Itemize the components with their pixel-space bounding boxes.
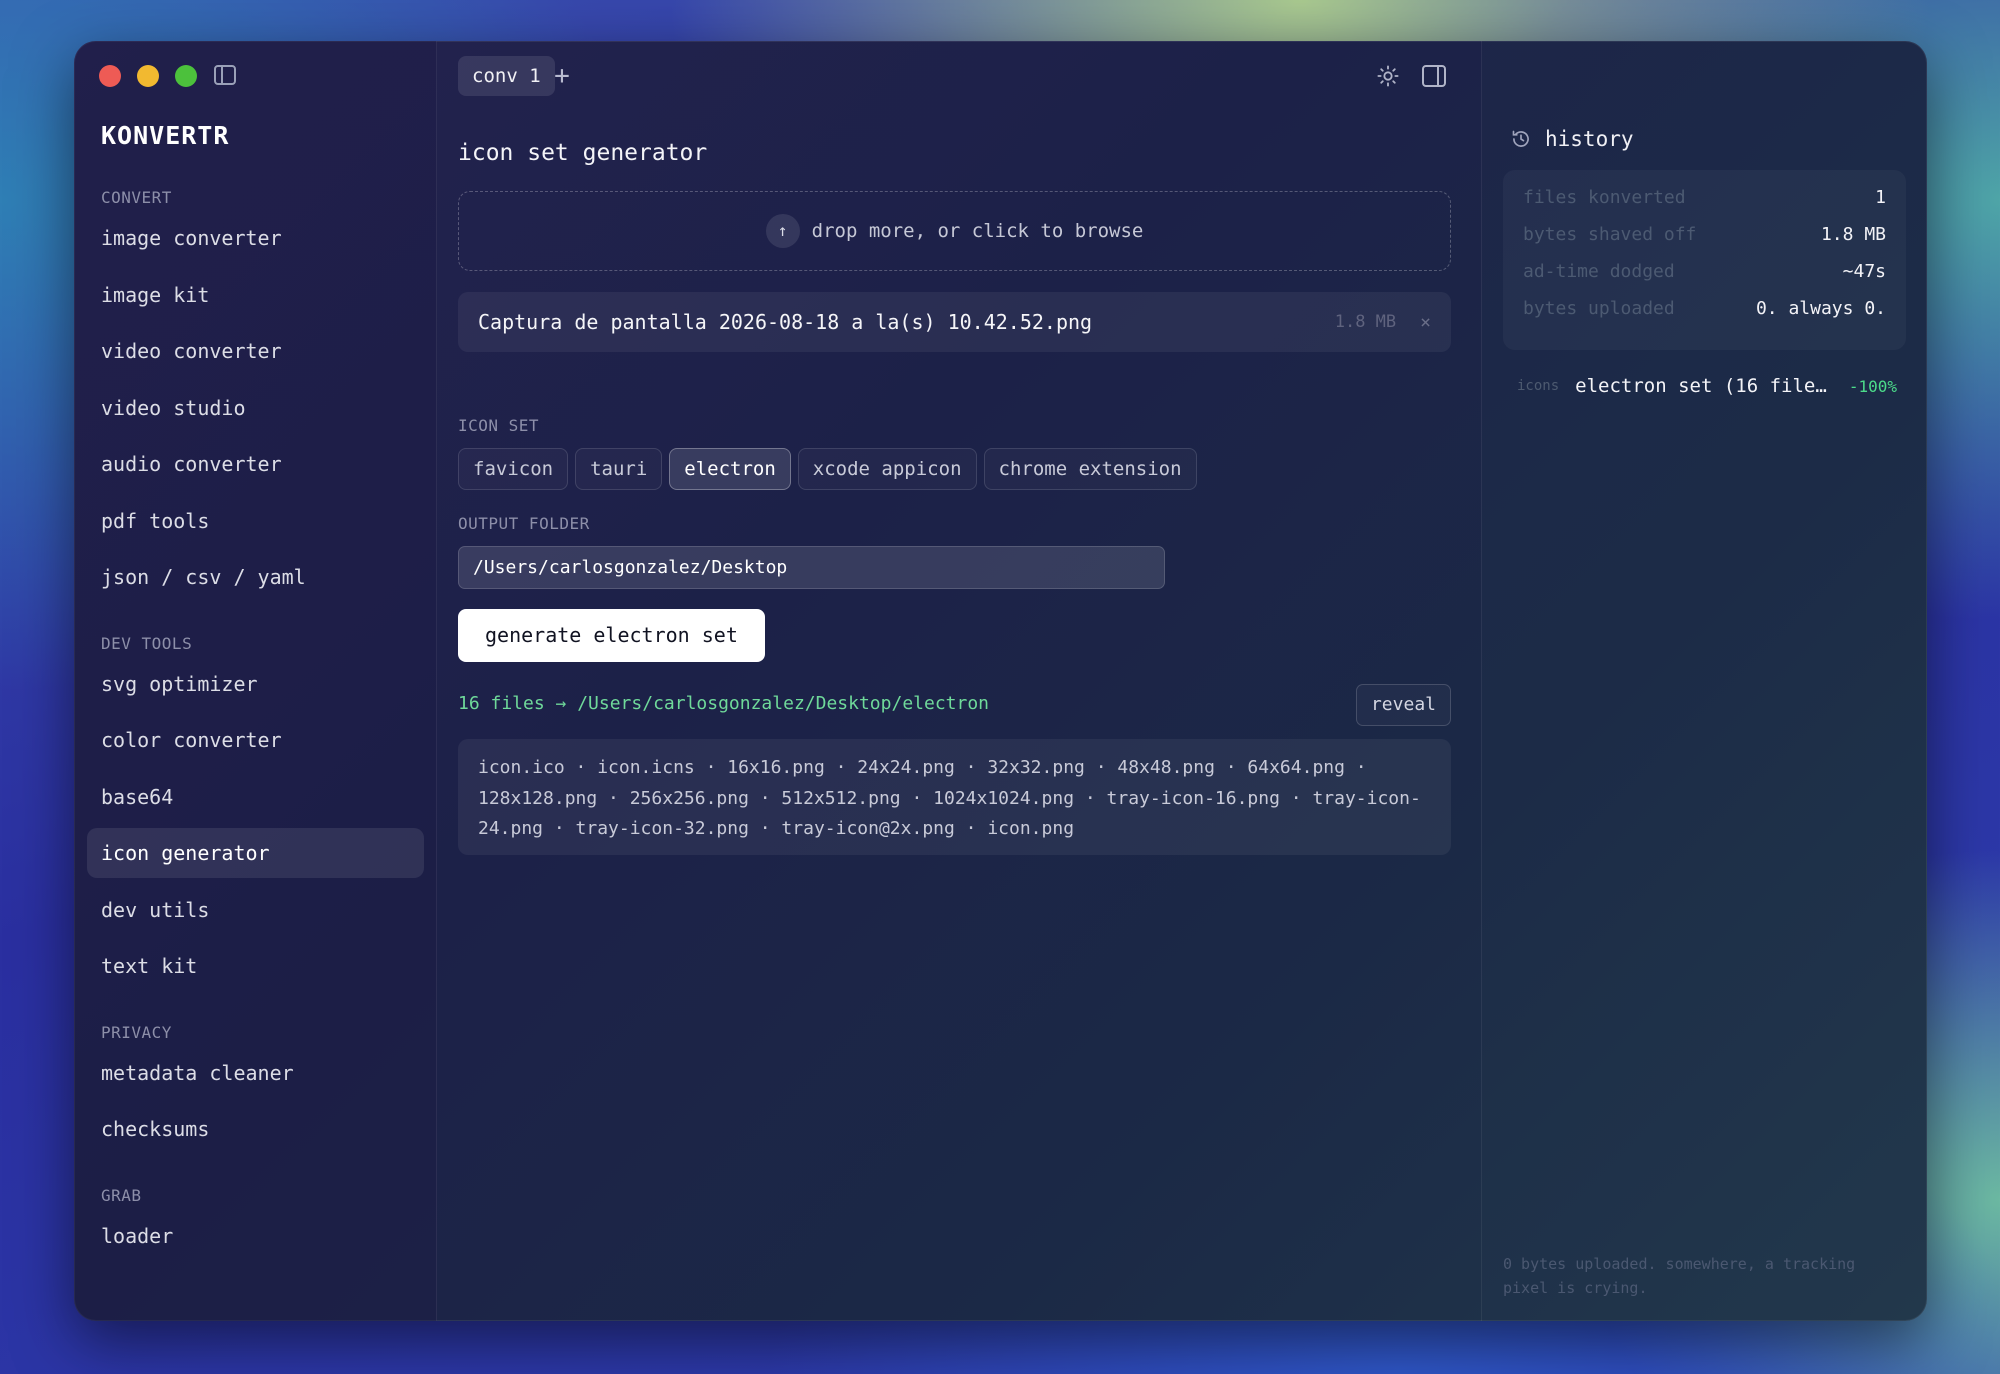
sidebar: KONVERTR CONVERT image converter image k… bbox=[74, 41, 437, 1321]
stat-row: bytes uploaded 0. always 0. bbox=[1523, 298, 1886, 335]
section-label-privacy: PRIVACY bbox=[101, 1022, 172, 1042]
toggle-history-panel-icon[interactable] bbox=[1422, 65, 1446, 87]
history-footer-note: 0 bytes uploaded. somewhere, a tracking … bbox=[1503, 1255, 1856, 1297]
history-stats: files konverted 1 bytes shaved off 1.8 M… bbox=[1503, 170, 1906, 350]
stat-label: ad-time dodged bbox=[1523, 261, 1675, 282]
stat-row: files konverted 1 bbox=[1523, 187, 1886, 224]
sidebar-item-metadata-cleaner[interactable]: metadata cleaner bbox=[87, 1048, 424, 1098]
entry-tag: icons bbox=[1517, 378, 1560, 394]
stat-value: ~47s bbox=[1842, 261, 1886, 282]
output-folder-label: OUTPUT FOLDER bbox=[458, 514, 590, 533]
main-panel: conv 1 + icon set generator ↑ drop more,… bbox=[437, 41, 1482, 1321]
minimize-window-button[interactable] bbox=[137, 65, 159, 87]
upload-arrow-icon: ↑ bbox=[765, 214, 800, 248]
history-title: history bbox=[1545, 127, 1634, 151]
sidebar-item-dev-utils[interactable]: dev utils bbox=[87, 885, 424, 935]
reveal-button[interactable]: reveal bbox=[1355, 684, 1451, 726]
dropzone-text: drop more, or click to browse bbox=[811, 220, 1144, 242]
sidebar-item-loader[interactable]: loader bbox=[87, 1211, 424, 1261]
icon-set-option-tauri[interactable]: tauri bbox=[575, 448, 663, 490]
stat-label: files konverted bbox=[1523, 187, 1686, 208]
entry-name: electron set (16 files) bbox=[1575, 375, 1833, 397]
section-label-grab: GRAB bbox=[101, 1185, 142, 1205]
sidebar-item-color-converter[interactable]: color converter bbox=[87, 715, 424, 765]
icon-set-chips: favicon tauri electron xcode appicon chr… bbox=[458, 448, 1197, 490]
sidebar-item-image-kit[interactable]: image kit bbox=[87, 270, 424, 320]
history-header: history bbox=[1511, 127, 1634, 151]
add-tab-button[interactable]: + bbox=[547, 56, 577, 96]
app-brand: KONVERTR bbox=[101, 121, 230, 150]
icon-set-option-xcode-appicon[interactable]: xcode appicon bbox=[797, 448, 977, 490]
tab-bar: conv 1 + bbox=[437, 41, 1481, 111]
stat-value: 0. always 0. bbox=[1755, 298, 1886, 319]
remove-file-button[interactable]: × bbox=[1420, 312, 1431, 333]
history-panel: history files konverted 1 bytes shaved o… bbox=[1482, 41, 1927, 1321]
result-path: 16 files → /Users/carlosgonzalez/Desktop… bbox=[458, 693, 990, 714]
sidebar-item-video-converter[interactable]: video converter bbox=[87, 326, 424, 376]
sidebar-item-pdf-tools[interactable]: pdf tools bbox=[87, 496, 424, 546]
icon-set-option-electron[interactable]: electron bbox=[669, 448, 791, 490]
history-clock-icon bbox=[1512, 130, 1529, 147]
sidebar-item-image-converter[interactable]: image converter bbox=[87, 213, 424, 263]
sidebar-nav: CONVERT image converter image kit video … bbox=[87, 183, 424, 1267]
history-entry[interactable]: icons electron set (16 files) -100% bbox=[1517, 375, 1897, 397]
sidebar-item-json-csv-yaml[interactable]: json / csv / yaml bbox=[87, 552, 424, 602]
file-dropzone[interactable]: ↑ drop more, or click to browse bbox=[458, 191, 1451, 271]
stat-label: bytes shaved off bbox=[1523, 224, 1697, 245]
window-controls bbox=[99, 65, 197, 87]
output-folder-input[interactable] bbox=[458, 546, 1165, 589]
sidebar-item-checksums[interactable]: checksums bbox=[87, 1104, 424, 1154]
close-window-button[interactable] bbox=[99, 65, 121, 87]
stat-label: bytes uploaded bbox=[1523, 298, 1675, 319]
file-row: Captura de pantalla 2026-08-18 a la(s) 1… bbox=[458, 292, 1451, 352]
sidebar-item-icon-generator[interactable]: icon generator bbox=[87, 828, 424, 878]
sidebar-item-audio-converter[interactable]: audio converter bbox=[87, 439, 424, 489]
file-size: 1.8 MB bbox=[1334, 312, 1397, 332]
generated-files-list: icon.ico · icon.icns · 16x16.png · 24x24… bbox=[458, 739, 1451, 855]
sidebar-item-text-kit[interactable]: text kit bbox=[87, 941, 424, 991]
sun-icon[interactable] bbox=[1377, 65, 1399, 87]
stat-row: ad-time dodged ~47s bbox=[1523, 261, 1886, 298]
generate-button[interactable]: generate electron set bbox=[458, 609, 765, 662]
entry-delta: -100% bbox=[1848, 376, 1897, 396]
icon-set-option-chrome-extension[interactable]: chrome extension bbox=[983, 448, 1197, 490]
sidebar-item-svg-optimizer[interactable]: svg optimizer bbox=[87, 659, 424, 709]
sidebar-toggle-icon[interactable] bbox=[214, 65, 236, 85]
icon-set-option-favicon[interactable]: favicon bbox=[458, 448, 569, 490]
section-label-dev-tools: DEV TOOLS bbox=[101, 633, 193, 653]
stat-value: 1.8 MB bbox=[1820, 224, 1886, 245]
stat-row: bytes shaved off 1.8 MB bbox=[1523, 224, 1886, 261]
page-title: icon set generator bbox=[458, 140, 708, 166]
zoom-window-button[interactable] bbox=[175, 65, 197, 87]
tab-conv-1[interactable]: conv 1 bbox=[458, 56, 555, 96]
icon-set-label: ICON SET bbox=[458, 416, 540, 435]
app-window: KONVERTR CONVERT image converter image k… bbox=[74, 41, 1927, 1321]
sidebar-item-video-studio[interactable]: video studio bbox=[87, 383, 424, 433]
sidebar-item-base64[interactable]: base64 bbox=[87, 772, 424, 822]
section-label-convert: CONVERT bbox=[101, 188, 172, 207]
stat-value: 1 bbox=[1875, 187, 1886, 208]
file-name: Captura de pantalla 2026-08-18 a la(s) 1… bbox=[478, 310, 1093, 334]
